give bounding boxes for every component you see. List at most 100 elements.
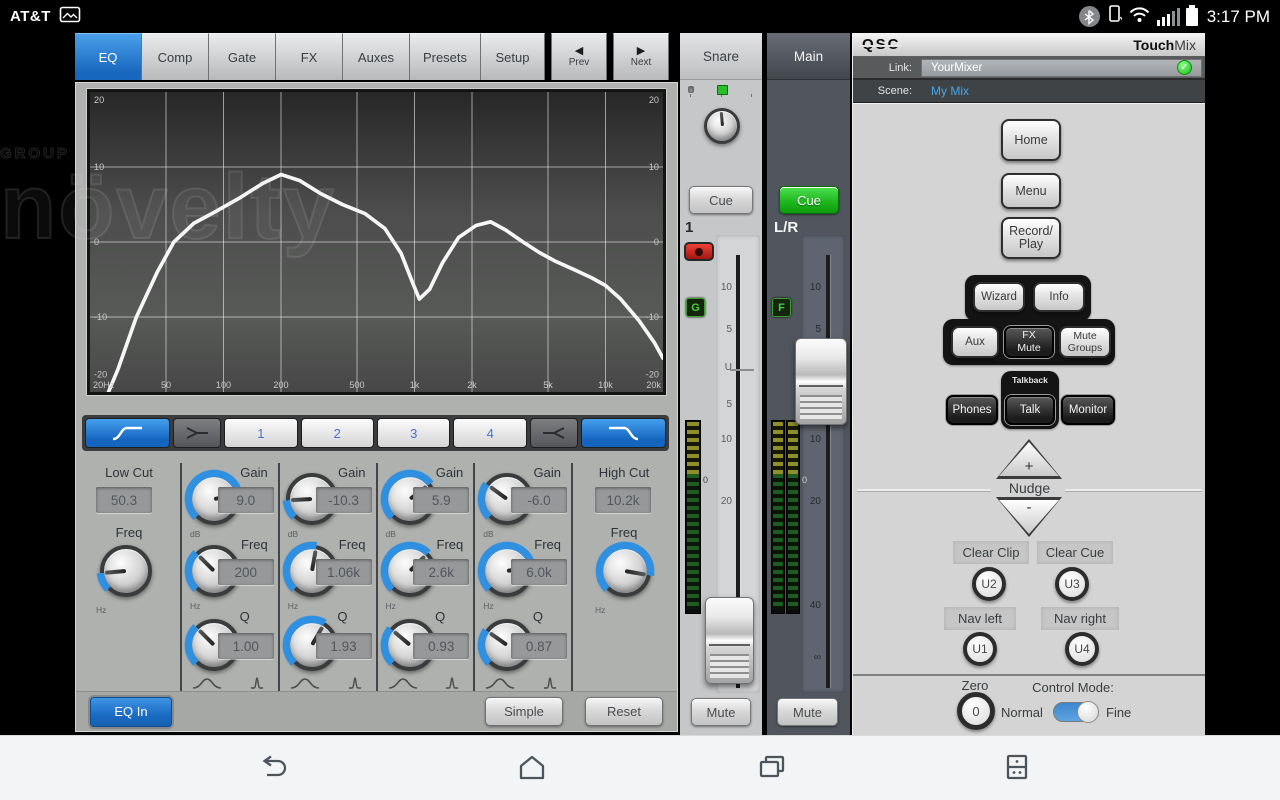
high-cut-freq-knob[interactable] xyxy=(599,545,651,597)
main-fader-handle[interactable] xyxy=(795,338,847,425)
meter-green-zone xyxy=(687,474,699,610)
high-cut-label: High Cut xyxy=(573,465,675,480)
info-button[interactable]: Info xyxy=(1033,282,1085,312)
meter-green-zone xyxy=(773,474,783,610)
band1-q-value: 1.00 xyxy=(218,633,274,659)
tab-gate[interactable]: Gate xyxy=(209,33,276,80)
high-shelf-band-button[interactable] xyxy=(530,418,578,448)
dual-window-button[interactable] xyxy=(998,750,1036,784)
record-play-button[interactable]: Record/ Play xyxy=(1001,217,1061,259)
eq-in-button[interactable]: EQ In xyxy=(90,697,172,727)
wide-bell-icon xyxy=(290,676,320,689)
clock: 3:17 PM xyxy=(1207,7,1270,27)
band-4-button[interactable]: 4 xyxy=(453,418,526,448)
meter-yellow-zone xyxy=(788,422,798,474)
band2-freq-label: Freq xyxy=(339,537,366,552)
pan-slider[interactable] xyxy=(688,86,754,97)
user-button-u4[interactable]: U4 xyxy=(1065,632,1099,666)
clear-cue-label[interactable]: Clear Cue xyxy=(1037,541,1113,564)
fader-scale-mark: U xyxy=(714,362,732,373)
main-level-meter-left xyxy=(771,420,785,614)
channel-fader-handle[interactable] xyxy=(705,597,754,684)
tab-eq[interactable]: EQ xyxy=(75,33,142,80)
current-scene-name[interactable]: My Mix xyxy=(921,84,969,98)
menu-button[interactable]: Menu xyxy=(1001,173,1061,209)
tab-presets[interactable]: Presets xyxy=(410,33,481,80)
fx-mute-button[interactable]: FX Mute xyxy=(1004,326,1054,358)
high-cut-band-button[interactable] xyxy=(581,418,666,448)
wizard-button[interactable]: Wizard xyxy=(973,282,1025,312)
svg-text:20: 20 xyxy=(649,95,659,105)
band4-freq-value: 6.0k xyxy=(511,559,567,585)
prev-arrow-icon: ◀ xyxy=(575,46,583,57)
channel-level-meter xyxy=(685,420,701,614)
nav-right-label[interactable]: Nav right xyxy=(1041,607,1119,630)
control-mode-toggle[interactable] xyxy=(1053,702,1099,722)
channel-cue-button[interactable]: Cue xyxy=(689,186,753,214)
eq-band-1-column: Gain 9.0 dB Freq 200 Hz Q 1.00 xyxy=(180,463,278,691)
control-mode-label: Control Mode: xyxy=(1008,680,1138,695)
clear-clip-label[interactable]: Clear Clip xyxy=(953,541,1029,564)
fader-scale-mark: 5 xyxy=(714,399,732,410)
band-3-button[interactable]: 3 xyxy=(377,418,450,448)
recents-button[interactable] xyxy=(753,750,791,784)
high-cut-column: High Cut 10.2k Freq Hz xyxy=(571,463,675,691)
minus-icon: - xyxy=(996,499,1062,516)
carrier-label: AT&T xyxy=(10,8,51,25)
eq-curve-plot: 20Hz501002005001k2k5k10k20k2020101000-10… xyxy=(90,92,663,392)
narrow-bell-icon xyxy=(445,676,459,689)
monitor-button[interactable]: Monitor xyxy=(1061,395,1115,425)
user-button-u2[interactable]: U2 xyxy=(972,567,1006,601)
channel-mute-button[interactable]: Mute xyxy=(691,698,751,726)
fader-scale-mark: ∞ xyxy=(803,652,821,663)
next-channel-button[interactable]: ▶ Next xyxy=(613,33,669,80)
channel-strip-snare: Snare Cue 1 10 5 U 5 10 20 40 ∞ G xyxy=(680,33,762,735)
android-nav-bar xyxy=(0,735,1280,800)
eq-footer-bar: EQ In Simple Reset xyxy=(76,691,677,731)
nudge-down-button[interactable]: - xyxy=(996,497,1062,537)
phones-button[interactable]: Phones xyxy=(946,395,998,425)
narrow-bell-icon xyxy=(348,676,362,689)
nudge-up-button[interactable]: + xyxy=(996,439,1062,479)
zero-button[interactable]: 0 xyxy=(957,692,995,730)
user-button-u1[interactable]: U1 xyxy=(963,632,997,666)
low-cut-freq-label: Freq xyxy=(78,525,180,540)
back-button[interactable] xyxy=(252,750,290,784)
tab-fx[interactable]: FX xyxy=(276,33,343,80)
home-button[interactable]: Home xyxy=(1001,119,1061,161)
eq-frequency-response-graph: 20Hz501002005001k2k5k10k20k2020101000-10… xyxy=(87,89,666,395)
tab-main[interactable]: Main xyxy=(767,33,850,80)
tab-comp[interactable]: Comp xyxy=(142,33,209,80)
meter-zero-label: 0 xyxy=(802,475,807,485)
nav-left-label[interactable]: Nav left xyxy=(944,607,1016,630)
channel-record-arm-button[interactable] xyxy=(684,242,714,261)
tab-setup[interactable]: Setup xyxy=(481,33,545,80)
mute-groups-button[interactable]: Mute Groups xyxy=(1059,326,1111,358)
band-1-button[interactable]: 1 xyxy=(224,418,297,448)
svg-text:10: 10 xyxy=(649,162,659,172)
svg-text:5k: 5k xyxy=(543,380,553,390)
channel-trim-knob[interactable] xyxy=(704,108,740,144)
link-mixer-field[interactable]: YourMixer ✓ xyxy=(921,59,1202,77)
low-cut-freq-knob[interactable] xyxy=(100,545,152,597)
band3-q-value: 0.93 xyxy=(413,633,469,659)
band-2-button[interactable]: 2 xyxy=(301,418,374,448)
main-mute-button[interactable]: Mute xyxy=(777,698,838,726)
signal-strength-icon xyxy=(1157,8,1180,26)
prev-channel-button[interactable]: ◀ Prev xyxy=(551,33,607,80)
main-cue-button[interactable]: Cue xyxy=(779,186,839,214)
tab-auxes[interactable]: Auxes xyxy=(343,33,410,80)
band3-q-label: Q xyxy=(435,609,445,624)
band4-q-label: Q xyxy=(533,609,543,624)
simple-button[interactable]: Simple xyxy=(485,697,563,726)
talk-button[interactable]: Talk xyxy=(1005,395,1055,425)
aux-button[interactable]: Aux xyxy=(951,326,999,358)
tab-snare-channel[interactable]: Snare xyxy=(680,33,762,80)
back-icon xyxy=(255,755,287,779)
gallery-notification-icon xyxy=(59,6,81,28)
low-cut-band-button[interactable] xyxy=(85,418,170,448)
home-button-nav[interactable] xyxy=(513,750,551,784)
low-shelf-band-button[interactable] xyxy=(173,418,221,448)
user-button-u3[interactable]: U3 xyxy=(1055,567,1089,601)
reset-button[interactable]: Reset xyxy=(585,697,663,726)
